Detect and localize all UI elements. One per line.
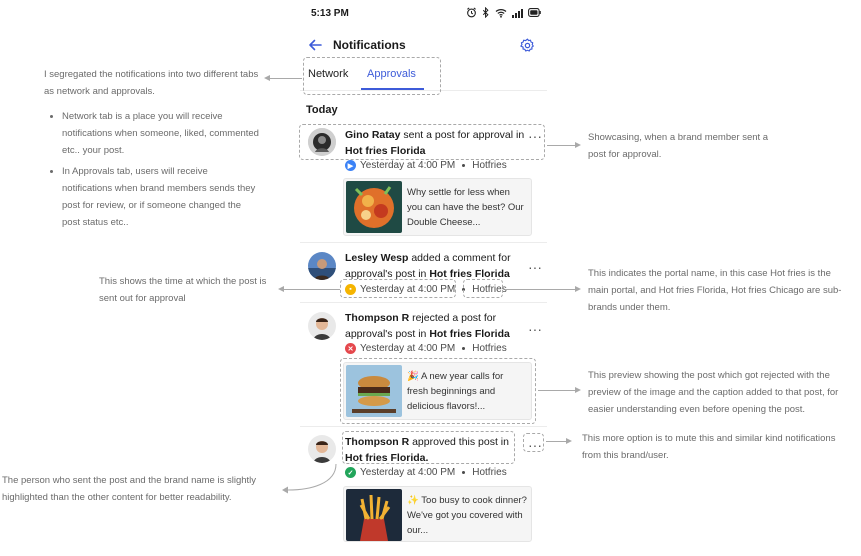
connector-arrow-icon: [575, 285, 581, 292]
more-options-button[interactable]: ···: [528, 260, 542, 274]
preview-highlight-box: [340, 358, 536, 424]
connector-line: [270, 78, 302, 79]
post-preview-card[interactable]: Why settle for less when you can have th…: [343, 178, 532, 236]
notification-text: Thompson R rejected a post for approval'…: [345, 312, 510, 340]
post-preview-card[interactable]: ✨ Too busy to cook dinner? We've got you…: [343, 486, 532, 542]
annotation-time: This shows the time at which the post is…: [99, 276, 267, 304]
notification-text: Lesley Wesp added a comment for approval…: [345, 252, 511, 280]
notification-divider: [300, 426, 547, 427]
bluetooth-icon: [482, 7, 489, 18]
status-time: 5:13 PM: [311, 8, 349, 19]
annotation-preview: This preview showing the post which got …: [588, 370, 839, 415]
connector-arrow-icon: [575, 141, 581, 148]
battery-icon: [528, 8, 541, 17]
notification-highlight-box: [299, 124, 545, 160]
post-thumbnail: [346, 489, 402, 541]
curved-connector: [282, 463, 337, 494]
annotation-showcasing: Showcasing, when a brand member sent a p…: [588, 132, 769, 160]
timestamp-highlight-box: [340, 279, 456, 298]
page-title: Notifications: [333, 38, 406, 52]
wifi-icon: [495, 8, 507, 18]
more-options-button[interactable]: ···: [528, 322, 542, 336]
notification-meta: ✕ Yesterday at 4:00 PM Hotfries: [345, 343, 507, 354]
connector-line: [538, 390, 575, 391]
notification-divider: [300, 242, 547, 243]
portal-name: Hotfries: [472, 343, 507, 354]
sender-highlight-box: [342, 431, 515, 464]
status-icons: [466, 7, 541, 18]
notification-meta: ✓ Yesterday at 4:00 PM Hotfries: [345, 467, 507, 478]
tabs-highlight-box: [303, 57, 441, 95]
back-arrow-icon: [309, 39, 322, 51]
connector-line: [284, 289, 340, 290]
annotation-more: This more option is to mute this and sim…: [582, 433, 836, 461]
portal-name: Hotfries: [472, 467, 507, 478]
brand-name[interactable]: Hot fries Florida: [429, 328, 510, 340]
connector-arrow-icon: [575, 386, 581, 393]
avatar: [308, 252, 336, 280]
signal-icon: [512, 8, 523, 18]
gear-icon: [520, 38, 534, 52]
settings-button[interactable]: [520, 38, 535, 58]
avatar: [308, 435, 336, 463]
post-caption: Why settle for less when you can have th…: [407, 187, 524, 228]
connector-arrow-icon: [566, 437, 572, 444]
post-caption: ✨ Too busy to cook dinner? We've got you…: [407, 495, 527, 536]
connector-line: [546, 441, 566, 442]
section-today: Today: [306, 104, 338, 116]
connector-line: [505, 289, 575, 290]
sender-name[interactable]: Thompson R: [345, 312, 409, 324]
post-thumbnail: [346, 181, 402, 233]
status-approved-icon: ✓: [345, 467, 356, 478]
status-pending-icon: ▶: [345, 160, 356, 171]
timestamp: Yesterday at 4:00 PM: [360, 343, 456, 354]
annotation-sender: The person who sent the post and the bra…: [2, 475, 257, 503]
timestamp: Yesterday at 4:00 PM: [360, 467, 456, 478]
back-button[interactable]: [308, 38, 322, 56]
connector-arrow-icon: [278, 285, 284, 292]
notification-meta: ▶ Yesterday at 4:00 PM Hotfries: [345, 160, 507, 171]
sender-name[interactable]: Lesley Wesp: [345, 252, 408, 264]
timestamp: Yesterday at 4:00 PM: [360, 160, 456, 171]
notification-divider: [300, 302, 547, 303]
portal-highlight-box: [463, 279, 503, 298]
annotation-portal: This indicates the portal name, in this …: [588, 268, 842, 313]
alarm-icon: [467, 7, 476, 18]
annotation-tabs: I segregated the notifications into two …: [44, 66, 259, 231]
portal-name: Hotfries: [472, 160, 507, 171]
connector-line: [547, 145, 575, 146]
more-highlight-box: [523, 433, 544, 452]
status-rejected-icon: ✕: [345, 343, 356, 354]
avatar: [308, 312, 336, 340]
connector-arrow-icon: [264, 74, 270, 81]
